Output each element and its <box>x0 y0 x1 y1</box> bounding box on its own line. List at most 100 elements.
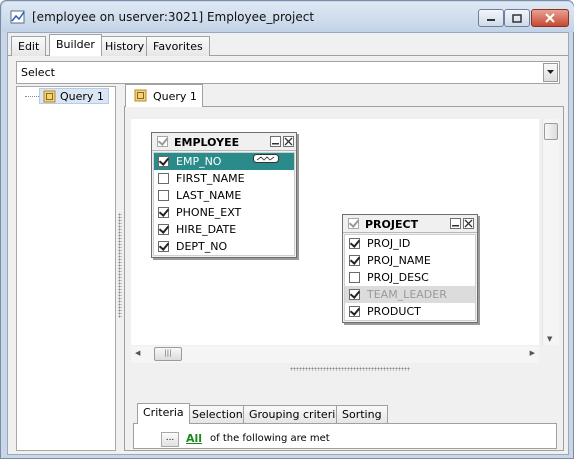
table-select-all-checkbox[interactable] <box>157 136 168 147</box>
field-row[interactable]: PHONE_EXT <box>154 204 294 221</box>
field-name: PROJ_ID <box>367 237 411 250</box>
drag-link-cursor-icon <box>253 154 279 163</box>
minimize-icon <box>272 143 279 145</box>
field-name: PHONE_EXT <box>176 206 242 219</box>
field-checkbox[interactable] <box>349 289 360 300</box>
minimize-icon <box>452 225 459 227</box>
window-title: [employee on userver:3021] Employee_proj… <box>32 10 315 24</box>
tab-label: Grouping criteria <box>249 408 343 421</box>
minimize-table-button[interactable] <box>270 136 281 147</box>
tab-builder[interactable]: Builder <box>49 34 102 56</box>
tab-query-1[interactable]: Query 1 <box>125 84 203 107</box>
field-checkbox[interactable] <box>349 306 360 317</box>
scroll-right-arrow-icon[interactable]: ▶ <box>530 349 535 357</box>
editor-client-area: Edit Builder History Favorites Select Qu… <box>7 32 569 455</box>
minimize-button[interactable] <box>478 9 504 27</box>
field-name: DEPT_NO <box>176 240 228 253</box>
query-builder-app-icon <box>10 10 25 24</box>
field-row[interactable]: DEPT_NO <box>154 238 294 255</box>
criteria-description: of the following are met <box>210 433 330 444</box>
criteria-quantifier-link[interactable]: All <box>186 432 202 445</box>
field-name: FIRST_NAME <box>176 172 245 185</box>
chevron-down-icon <box>547 70 554 74</box>
tab-grouping-criteria[interactable]: Grouping criteria <box>243 405 349 423</box>
remove-table-button[interactable] <box>463 218 474 229</box>
tab-edit[interactable]: Edit <box>11 36 47 56</box>
tab-label: Sorting <box>342 408 382 421</box>
criteria-options-button[interactable]: ... <box>161 432 179 447</box>
maximize-icon <box>512 13 522 23</box>
close-icon <box>464 219 473 228</box>
tab-label: History <box>105 40 145 53</box>
app-window: [employee on userver:3021] Employee_proj… <box>0 0 574 459</box>
field-row[interactable]: TEAM_LEADER <box>345 286 475 303</box>
query-type-value: Select <box>21 66 55 79</box>
query-type-select[interactable]: Select <box>16 61 560 84</box>
tree-connector <box>25 96 39 97</box>
tab-selection[interactable]: Selection <box>186 405 249 423</box>
tree-item-label: Query 1 <box>60 90 104 103</box>
field-row[interactable]: FIRST_NAME <box>154 170 294 187</box>
tab-criteria[interactable]: Criteria <box>137 403 190 424</box>
minimize-icon <box>487 19 495 21</box>
remove-table-button[interactable] <box>283 136 294 147</box>
field-checkbox[interactable] <box>349 255 360 266</box>
field-list: EMP_NO FIRST_NAME LAST_NAME PHONE_EXT HI… <box>153 152 295 256</box>
maximize-button[interactable] <box>504 9 530 27</box>
builder-workspace: EMPLOYEE EMP_NO FIRST_NAME LAST_NAME PHO… <box>124 106 564 451</box>
canvas-vertical-scrollbar[interactable]: ▼ <box>542 119 559 345</box>
field-name: PROJ_DESC <box>367 271 429 284</box>
field-name: EMP_NO <box>176 155 222 168</box>
canvas-horizontal-scrollbar[interactable]: ◀ ||| ▶ <box>131 346 539 363</box>
field-checkbox[interactable] <box>158 190 169 201</box>
scrollbar-thumb[interactable]: ||| <box>154 347 182 361</box>
field-checkbox[interactable] <box>158 207 169 218</box>
scroll-down-arrow-icon[interactable]: ▼ <box>547 335 552 343</box>
table-header[interactable]: EMPLOYEE <box>152 133 296 151</box>
field-row[interactable]: PRODUCT <box>345 303 475 320</box>
scroll-left-arrow-icon[interactable]: ◀ <box>135 349 140 357</box>
field-row[interactable]: HIRE_DATE <box>154 221 294 238</box>
field-checkbox[interactable] <box>349 272 360 283</box>
field-checkbox[interactable] <box>158 224 169 235</box>
minimize-table-button[interactable] <box>450 218 461 229</box>
criteria-panel: ... All of the following are met <box>133 423 557 449</box>
close-button[interactable] <box>531 9 569 27</box>
tab-label: Edit <box>18 40 40 53</box>
tab-history[interactable]: History <box>98 36 152 56</box>
vertical-splitter[interactable] <box>118 213 122 318</box>
field-checkbox[interactable] <box>158 241 169 252</box>
horizontal-splitter[interactable] <box>290 367 410 371</box>
field-row[interactable]: PROJ_DESC <box>345 269 475 286</box>
tab-label: Selection <box>192 408 243 421</box>
table-select-all-checkbox[interactable] <box>348 218 359 229</box>
title-bar[interactable]: [employee on userver:3021] Employee_proj… <box>2 2 574 32</box>
field-name: LAST_NAME <box>176 189 242 202</box>
field-row[interactable]: LAST_NAME <box>154 187 294 204</box>
field-name: PROJ_NAME <box>367 254 431 267</box>
query-tab-label: Query 1 <box>153 90 197 103</box>
field-row[interactable]: PROJ_ID <box>345 235 475 252</box>
tab-label: Builder <box>56 38 95 51</box>
tab-favorites[interactable]: Favorites <box>146 36 210 56</box>
query-icon <box>43 90 56 103</box>
table-name: EMPLOYEE <box>174 136 240 149</box>
table-employee[interactable]: EMPLOYEE EMP_NO FIRST_NAME LAST_NAME PHO… <box>151 132 297 258</box>
field-checkbox[interactable] <box>349 238 360 249</box>
field-list: PROJ_ID PROJ_NAME PROJ_DESC TEAM_LEADER … <box>344 234 476 321</box>
close-icon <box>284 137 293 146</box>
field-name: PRODUCT <box>367 305 421 318</box>
query-tree: Query 1 <box>16 86 116 451</box>
field-checkbox[interactable] <box>158 173 169 184</box>
table-header[interactable]: PROJECT <box>343 215 477 233</box>
field-name: HIRE_DATE <box>176 223 237 236</box>
close-icon <box>545 13 555 23</box>
field-checkbox[interactable] <box>158 156 169 167</box>
query-type-dropdown-button[interactable] <box>543 63 558 82</box>
table-project[interactable]: PROJECT PROJ_ID PROJ_NAME PROJ_DESC TEAM… <box>342 214 478 323</box>
field-row[interactable]: PROJ_NAME <box>345 252 475 269</box>
diagram-canvas[interactable]: EMPLOYEE EMP_NO FIRST_NAME LAST_NAME PHO… <box>131 119 539 345</box>
tree-item-query-1[interactable]: Query 1 <box>39 88 109 104</box>
scrollbar-thumb[interactable] <box>544 123 558 140</box>
tab-sorting[interactable]: Sorting <box>336 405 388 423</box>
